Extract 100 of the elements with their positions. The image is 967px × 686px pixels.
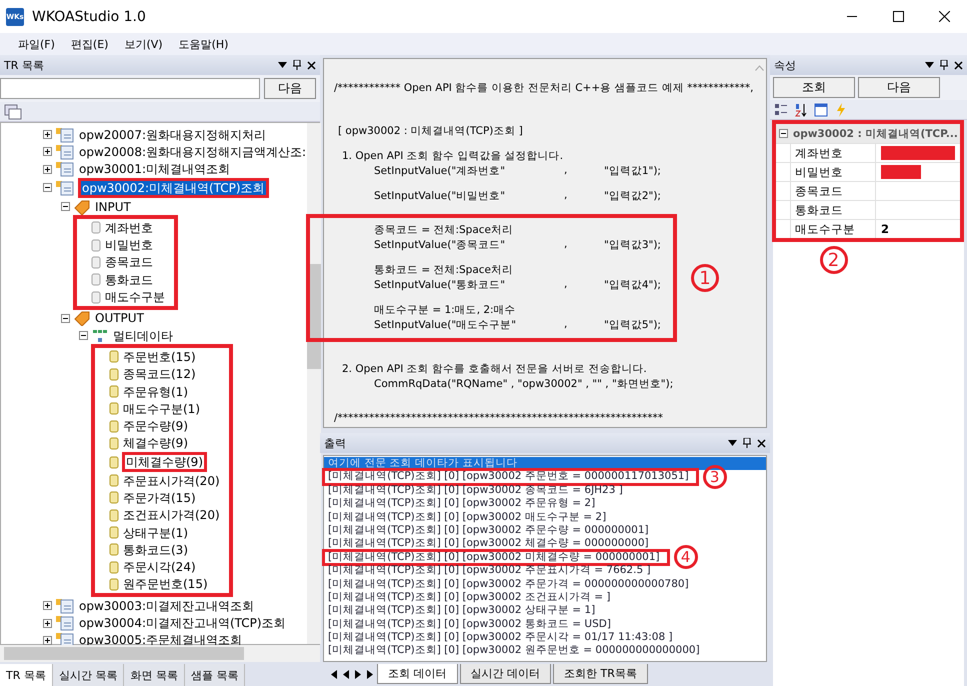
menu-item[interactable]: 편집(E) (64, 36, 114, 52)
code-text: , (564, 318, 568, 332)
tree-item[interactable]: 통화코드 (104, 272, 154, 287)
scrollbar[interactable] (307, 123, 322, 644)
tree-item[interactable]: 매도수구분 (104, 290, 166, 304)
tree-item[interactable]: opw20008:원화대용지정해지금액계산조: (78, 144, 308, 159)
code-text: , (564, 278, 568, 292)
code-title: [ opw30002 : 미체결내역(TCP)조회 ] (337, 124, 524, 139)
close-icon (757, 438, 766, 448)
next-button[interactable]: 다음 (264, 78, 316, 99)
expand-icon[interactable] (43, 636, 52, 645)
horizontal-scrollbar[interactable] (0, 645, 320, 662)
code-text: , (564, 238, 568, 252)
property-value[interactable]: 2 (876, 220, 960, 238)
property-name: 매도수구분 (790, 220, 876, 238)
panel-title: TR 목록 (4, 58, 44, 72)
output-line[interactable]: [미체결내역(TCP)조회] [0] [opw30002 조건표시가격 = ] (324, 590, 766, 604)
number-marker: 4 (674, 545, 698, 570)
expand-icon[interactable] (43, 164, 52, 174)
search-field[interactable] (0, 78, 260, 99)
code-text: SetInputValue("매도수구분" (374, 318, 518, 333)
output-line[interactable]: [미체결내역(TCP)조회] [0] [opw30002 통화코드 = USD] (324, 618, 766, 632)
expand-icon[interactable] (43, 147, 52, 156)
tree-item[interactable]: opw30005:주문체결내역조회 (78, 633, 243, 648)
tree-item[interactable]: 멀티데이타 (112, 328, 174, 343)
tree-item[interactable]: 주문번호(15) (122, 350, 197, 364)
property-name: 통화코드 (790, 201, 876, 219)
tree-item[interactable]: 조건표시가격(20) (122, 508, 221, 522)
tree-item[interactable]: 주문시각(24) (122, 560, 197, 574)
output-line[interactable]: [미체결내역(TCP)조회] [0] [opw30002 원주문번호 = 000000000000000] (324, 644, 766, 658)
tree-item[interactable]: 상태구분(1) (122, 526, 189, 540)
menu-item[interactable]: 파일(F) (12, 36, 61, 52)
number-marker: 1 (690, 264, 719, 292)
field-icon (109, 526, 119, 540)
expand-icon[interactable] (43, 130, 52, 140)
field-icon (109, 350, 119, 364)
field-icon (109, 508, 119, 522)
tree-item[interactable]: 비밀번호 (104, 238, 154, 252)
tree-item[interactable]: 종목코드 (104, 255, 154, 270)
document-icon (55, 598, 75, 614)
code-text: "입력값2"); (604, 189, 662, 204)
bottom-tab[interactable]: 조회한 TR목록 (553, 664, 648, 684)
field-icon (109, 420, 119, 433)
lightning-icon (834, 102, 848, 116)
code-text: "입력값3"); (604, 238, 661, 253)
document-icon (55, 126, 75, 143)
output-line[interactable]: [미체결내역(TCP)조회] [0] [opw30002 매도수구분 = 2] (324, 510, 766, 524)
output-line[interactable]: [미체결내역(TCP)조회] [0] [opw30002 주문수량 = 000000001] (324, 524, 766, 538)
document-icon (55, 615, 75, 632)
field-icon (91, 256, 101, 269)
bottom-tab[interactable]: 실시간 데이터 (460, 664, 551, 684)
collapse-icon[interactable] (779, 129, 788, 138)
tree-item[interactable]: 통화코드(3) (122, 542, 189, 557)
code-text: , (564, 189, 568, 203)
tree-item[interactable]: 원주문번호(15) (122, 577, 209, 592)
property-group[interactable]: opw30002 : 미체결내역(TCP... (776, 124, 960, 143)
field-icon (109, 402, 119, 416)
pin-icon (940, 60, 948, 70)
field-icon (91, 290, 101, 304)
field-icon (91, 238, 101, 252)
panel-tab[interactable]: TR 목록 (0, 664, 53, 686)
tree-item[interactable]: 체결수량(9) (122, 436, 189, 450)
expand-icon[interactable] (43, 618, 52, 628)
collapse-icon[interactable] (61, 202, 70, 212)
expand-icon[interactable] (43, 601, 52, 610)
tree-item[interactable]: 주문표시가격(20) (122, 474, 221, 488)
menu-item[interactable]: 보기(V) (118, 36, 169, 52)
sort-icon (794, 102, 808, 116)
output-line[interactable]: [미체결내역(TCP)조회] [0] [opw30002 주문가격 = 000000000000780] (324, 578, 766, 591)
tree-item[interactable]: 매도수구분(1) (122, 402, 201, 416)
panel-title: 속성 (774, 58, 796, 72)
step-heading: 1. Open API 조회 함수 입력값을 설정합니다. (341, 149, 564, 164)
tree-item[interactable]: opw30001:미체결내역조회 (78, 162, 231, 176)
tree-item[interactable]: opw20007:원화대용지정해지처리 (78, 128, 267, 142)
output-line[interactable]: [미체결내역(TCP)조회] [0] [opw30002 주문번호 = 000000117013051] (324, 470, 697, 484)
output-line[interactable]: [미체결내역(TCP)조회] [0] [opw30002 상태구분 = 1] (324, 604, 766, 618)
tree-item[interactable]: 계좌번호 (104, 220, 154, 235)
output-line[interactable]: [미체결내역(TCP)조회] [0] [opw30002 미체결수량 = 000000001] (324, 550, 668, 564)
collapse-icon[interactable] (43, 183, 52, 192)
toolbar-button[interactable]: 조회 (773, 77, 855, 98)
tree-item[interactable]: 주문유형(1) (122, 384, 189, 398)
tree-item[interactable]: 주문가격(15) (122, 490, 197, 505)
code-text: 종목코드 = 전체:Space처리 (373, 223, 514, 238)
tree-item[interactable]: opw30004:미결제잔고내역(TCP)조회 (78, 616, 287, 630)
toolbar-button[interactable]: 다음 (858, 77, 940, 98)
tree-item[interactable]: 종목코드(12) (122, 367, 197, 382)
close-icon (307, 60, 316, 70)
tree-item[interactable]: OUTPUT (94, 311, 145, 326)
bottom-tab[interactable]: 조회 데이터 (377, 664, 458, 684)
tree-item[interactable]: 미체결수량(9) (122, 452, 207, 472)
collapse-icon[interactable] (61, 314, 70, 323)
collapse-icon[interactable] (79, 331, 88, 340)
tree-item[interactable]: opw30003:미결제잔고내역조회 (78, 598, 255, 613)
tree-item[interactable]: 주문수량(9) (122, 419, 189, 434)
output-line[interactable]: [미체결내역(TCP)조회] [0] [opw30002 주문유형 = 2] (324, 497, 766, 511)
output-line[interactable]: [미체결내역(TCP)조회] [0] [opw30002 주문시각 = 01/17 11:43:08 ] (324, 631, 766, 644)
tree-item[interactable]: opw30002:미체결내역(TCP)조회 (78, 178, 269, 198)
tree-item[interactable]: INPUT (94, 200, 132, 214)
up-chevron-icon (755, 65, 764, 71)
menu-item[interactable]: 도움말(H) (172, 36, 234, 52)
